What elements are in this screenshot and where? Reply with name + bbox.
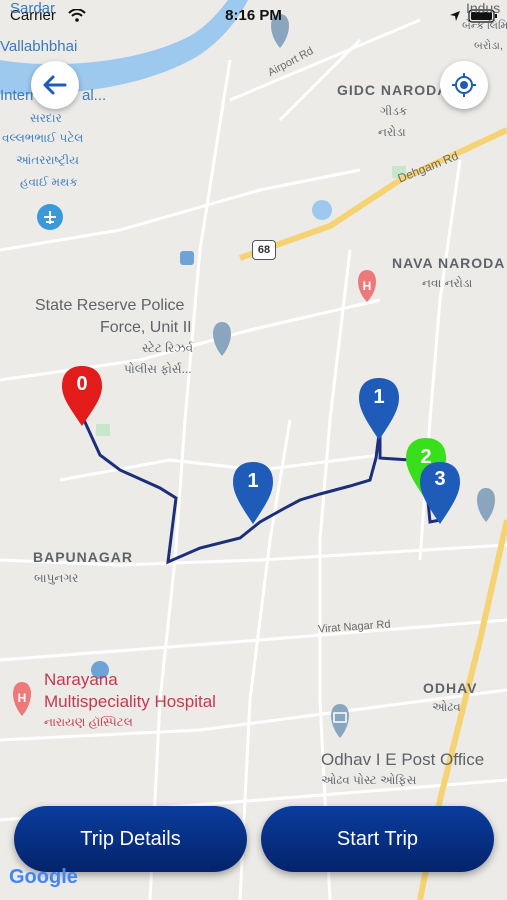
map-label: બરોડા,	[474, 40, 504, 52]
map-label: વલ્લભભાઈ પટેલ	[2, 131, 84, 145]
marker-label: 2	[420, 446, 432, 468]
start-trip-button[interactable]: Start Trip	[261, 806, 494, 872]
google-logo-text: Google	[9, 866, 78, 888]
my-location-button[interactable]	[440, 61, 488, 109]
map-label: ઓઢવ પોસ્ટ ઓફિસ	[321, 773, 417, 787]
map-label: નવા નરોડા	[422, 276, 473, 290]
map-label: નરોડા	[378, 125, 406, 139]
map-label: ઓઢવ	[432, 700, 461, 714]
status-bar: Carrier 8:16 PM	[0, 0, 507, 32]
back-button[interactable]	[31, 61, 79, 109]
marker-label: 1	[247, 470, 259, 492]
map-label: Sardar	[10, 0, 56, 17]
map-label: GIDC NARODA	[337, 82, 449, 98]
park	[96, 424, 110, 436]
map-label: NAVA NARODA	[392, 255, 506, 271]
arrow-left-icon	[43, 75, 67, 95]
map-label: પોલીસ ફોર્સ...	[124, 362, 192, 376]
location-arrow-icon	[449, 9, 461, 26]
airport-icon	[37, 204, 63, 230]
marker-label: 3	[434, 468, 446, 490]
map-label: બેન્ક લિમિટેડ	[462, 20, 507, 32]
map-screen: H H Carrier 8:16 PM Sardar Vallabhbhai a…	[0, 0, 507, 900]
map-label: હવાઈ મથક	[20, 175, 78, 189]
pond	[312, 200, 332, 220]
map-label: ગીડક	[380, 104, 408, 118]
map-label: આંતરરાષ્ટ્રીય	[16, 153, 79, 167]
map-label: સ્ટેટ રિઝર્વ	[142, 341, 194, 355]
svg-text:H: H	[363, 279, 372, 293]
map-label: સરદાર	[30, 111, 62, 125]
map-label: State Reserve Police	[35, 297, 185, 314]
map-label: al...	[82, 87, 107, 104]
map-label: Force, Unit II	[100, 319, 192, 336]
map-label: બાપુનગર	[34, 571, 79, 585]
map-label: Multispeciality Hospital	[44, 692, 216, 711]
map-label: Narayana	[44, 670, 118, 689]
marker-label: 0	[76, 373, 88, 395]
map-label: Indus	[466, 0, 501, 16]
map-label: Odhav I E Post Office	[321, 750, 485, 769]
map-label: BAPUNAGAR	[33, 549, 133, 565]
map-label: Vallabhbhai	[0, 38, 78, 55]
trip-details-button[interactable]: Trip Details	[14, 806, 247, 872]
map-label: નારાયણ હૉસ્પિટલ	[44, 715, 133, 729]
svg-text:H: H	[18, 691, 27, 705]
gps-crosshair-icon	[452, 73, 476, 97]
status-time: 8:16 PM	[225, 7, 282, 24]
transit-icon	[180, 251, 194, 265]
google-logo: Google	[9, 866, 78, 889]
map-label: ODHAV	[423, 680, 478, 696]
marker-label: 1	[373, 386, 385, 408]
highway-shield: 68	[252, 240, 276, 260]
